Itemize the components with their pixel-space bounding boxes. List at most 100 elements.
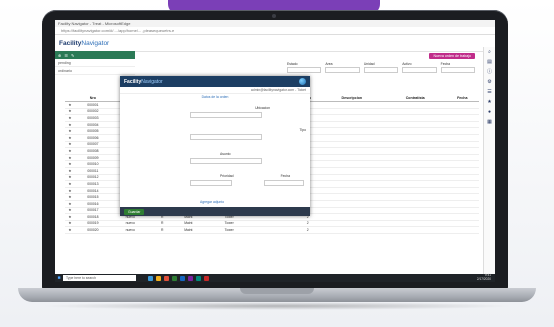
ubicacion-input[interactable] [190,112,262,118]
info-icon[interactable]: ⓘ [484,67,495,77]
filter-estado[interactable]: Estado [287,62,322,73]
app-icon[interactable] [196,275,201,281]
table-row[interactable]: ★ 000020 nuevo R Maint Tower 2 [65,226,479,234]
table-cell [384,180,446,188]
table-cell [445,101,479,109]
star-icon[interactable]: ★ [65,167,75,175]
star-icon[interactable]: ★ [65,114,75,122]
table-cell: 000012 [74,174,112,182]
star-icon[interactable]: ★ [65,213,75,221]
star-icon[interactable]: ★ [65,101,75,109]
star-icon[interactable]: ★ [65,108,75,116]
star-icon[interactable]: ★ [65,121,75,129]
asunto-input[interactable] [190,158,262,164]
star-icon[interactable]: ★ [65,147,75,155]
star-icon[interactable]: ★ [65,200,75,208]
app-icon[interactable] [164,275,169,281]
table-cell: 000016 [74,200,112,208]
add-icon[interactable]: ⊕ [58,53,61,58]
table-cell [318,108,385,116]
app-icon[interactable] [188,275,193,281]
app-icon[interactable] [172,275,177,281]
clock-date: 2/17/2020 [476,277,491,281]
table-cell [318,200,385,208]
app-icon[interactable] [204,275,209,281]
star-icon[interactable]: ★ [65,180,75,188]
grid-icon[interactable]: ▦ [484,117,495,127]
edit-icon[interactable]: ✎ [71,53,74,58]
folder-icon[interactable]: ▤ [484,57,495,67]
dialog-footer: Guardar [120,207,310,216]
new-order-button[interactable]: Nueva orden de trabajo [429,53,475,59]
filter-label: Area [325,62,333,66]
table-cell: 000015 [74,193,112,201]
star-icon[interactable]: ★ [65,174,75,182]
table-row[interactable]: ★ 000019 nuevo R Maint Tower 2 [65,220,479,228]
save-button[interactable]: Guardar [124,209,145,215]
app-icon[interactable] [148,275,153,281]
table-cell [318,213,385,221]
filter-fecha[interactable]: Fecha [440,62,476,73]
search-icon[interactable]: ⌕ [484,47,495,57]
attach-link[interactable]: Agregar adjunto [200,200,224,204]
table-cell [445,147,479,155]
table-cell: 2 [296,226,319,234]
tipo-input[interactable] [190,134,262,140]
gear-icon[interactable]: ⚙ [484,77,495,87]
filter-input[interactable] [402,67,437,73]
app-logo[interactable]: FacilityNavigator [59,40,109,47]
address-bar[interactable]: https://facilitynavigator.com/#/..../app… [55,27,495,35]
left-panel-item[interactable]: ordinario [55,67,135,75]
left-panel-item[interactable]: pending [55,59,135,67]
filter-input[interactable] [363,67,399,73]
star-icon[interactable]: ★ [65,154,75,162]
table-cell: nuevo [111,220,150,228]
table-cell: 000020 [74,226,112,234]
user-icon[interactable]: ● [484,107,495,117]
taskbar: ■ Type here to search 9:41 2/17/2020 [55,274,495,282]
star-icon[interactable]: ★ [65,160,75,168]
folder-icon[interactable] [156,275,161,281]
logo-main-text: Facility [59,39,82,47]
table-cell: 000008 [74,147,112,155]
filter-activo[interactable]: Activo [402,62,437,73]
star-icon[interactable]: ★ [65,193,75,201]
dialog-subtitle: admin@facilitynavigator.com - Ticket [120,87,310,94]
star-icon[interactable]: ★ [65,220,75,228]
filter-input[interactable] [287,67,322,73]
app-icon[interactable] [180,275,185,281]
table-cell: Maint [175,226,202,234]
dialog-tab[interactable]: Datos de la orden [120,94,310,100]
prioridad-input[interactable] [190,180,232,186]
start-icon[interactable]: ■ [55,275,63,281]
fecha-input[interactable] [264,180,304,186]
table-cell [445,193,479,201]
table-cell [318,167,385,175]
table-cell [318,193,385,201]
menu-icon[interactable]: ☰ [64,53,68,58]
star-icon[interactable]: ★ [65,207,75,215]
filter-input[interactable] [325,67,360,73]
star-icon[interactable]: ★ [484,97,495,107]
taskbar-clock[interactable]: 9:41 2/17/2020 [477,274,491,281]
filter-label: Estado [287,62,298,66]
dialog-logo-sub: Navigator [141,78,163,85]
laptop-screen: Facility Navigator - Treat - MicrosoftEd… [55,20,495,282]
table-cell [384,147,446,155]
list-icon[interactable]: ☰ [484,87,495,97]
filter-input[interactable] [440,67,476,73]
table-cell [384,226,446,234]
filter-unidad[interactable]: Unidad [363,62,399,73]
star-icon[interactable]: ★ [65,187,75,195]
table-cell [445,174,479,182]
star-icon[interactable]: ★ [65,134,75,142]
star-icon[interactable]: ★ [65,226,75,234]
table-cell: R [149,220,176,228]
filter-area[interactable]: Area [325,62,360,73]
taskbar-search[interactable]: Type here to search [63,275,136,281]
star-icon[interactable]: ★ [65,141,75,149]
table-cell [445,121,479,129]
table-cell [445,200,479,208]
table-cell: 000018 [74,213,112,221]
star-icon[interactable]: ★ [65,127,75,135]
